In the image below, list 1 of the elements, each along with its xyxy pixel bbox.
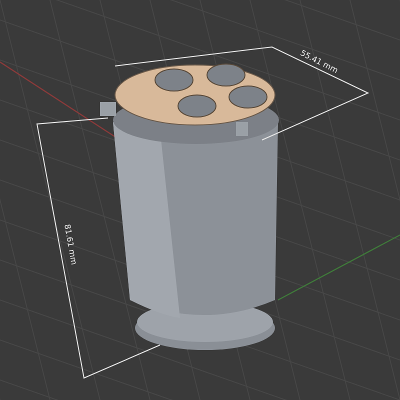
dimension-label: 81.61 mm bbox=[62, 224, 78, 266]
